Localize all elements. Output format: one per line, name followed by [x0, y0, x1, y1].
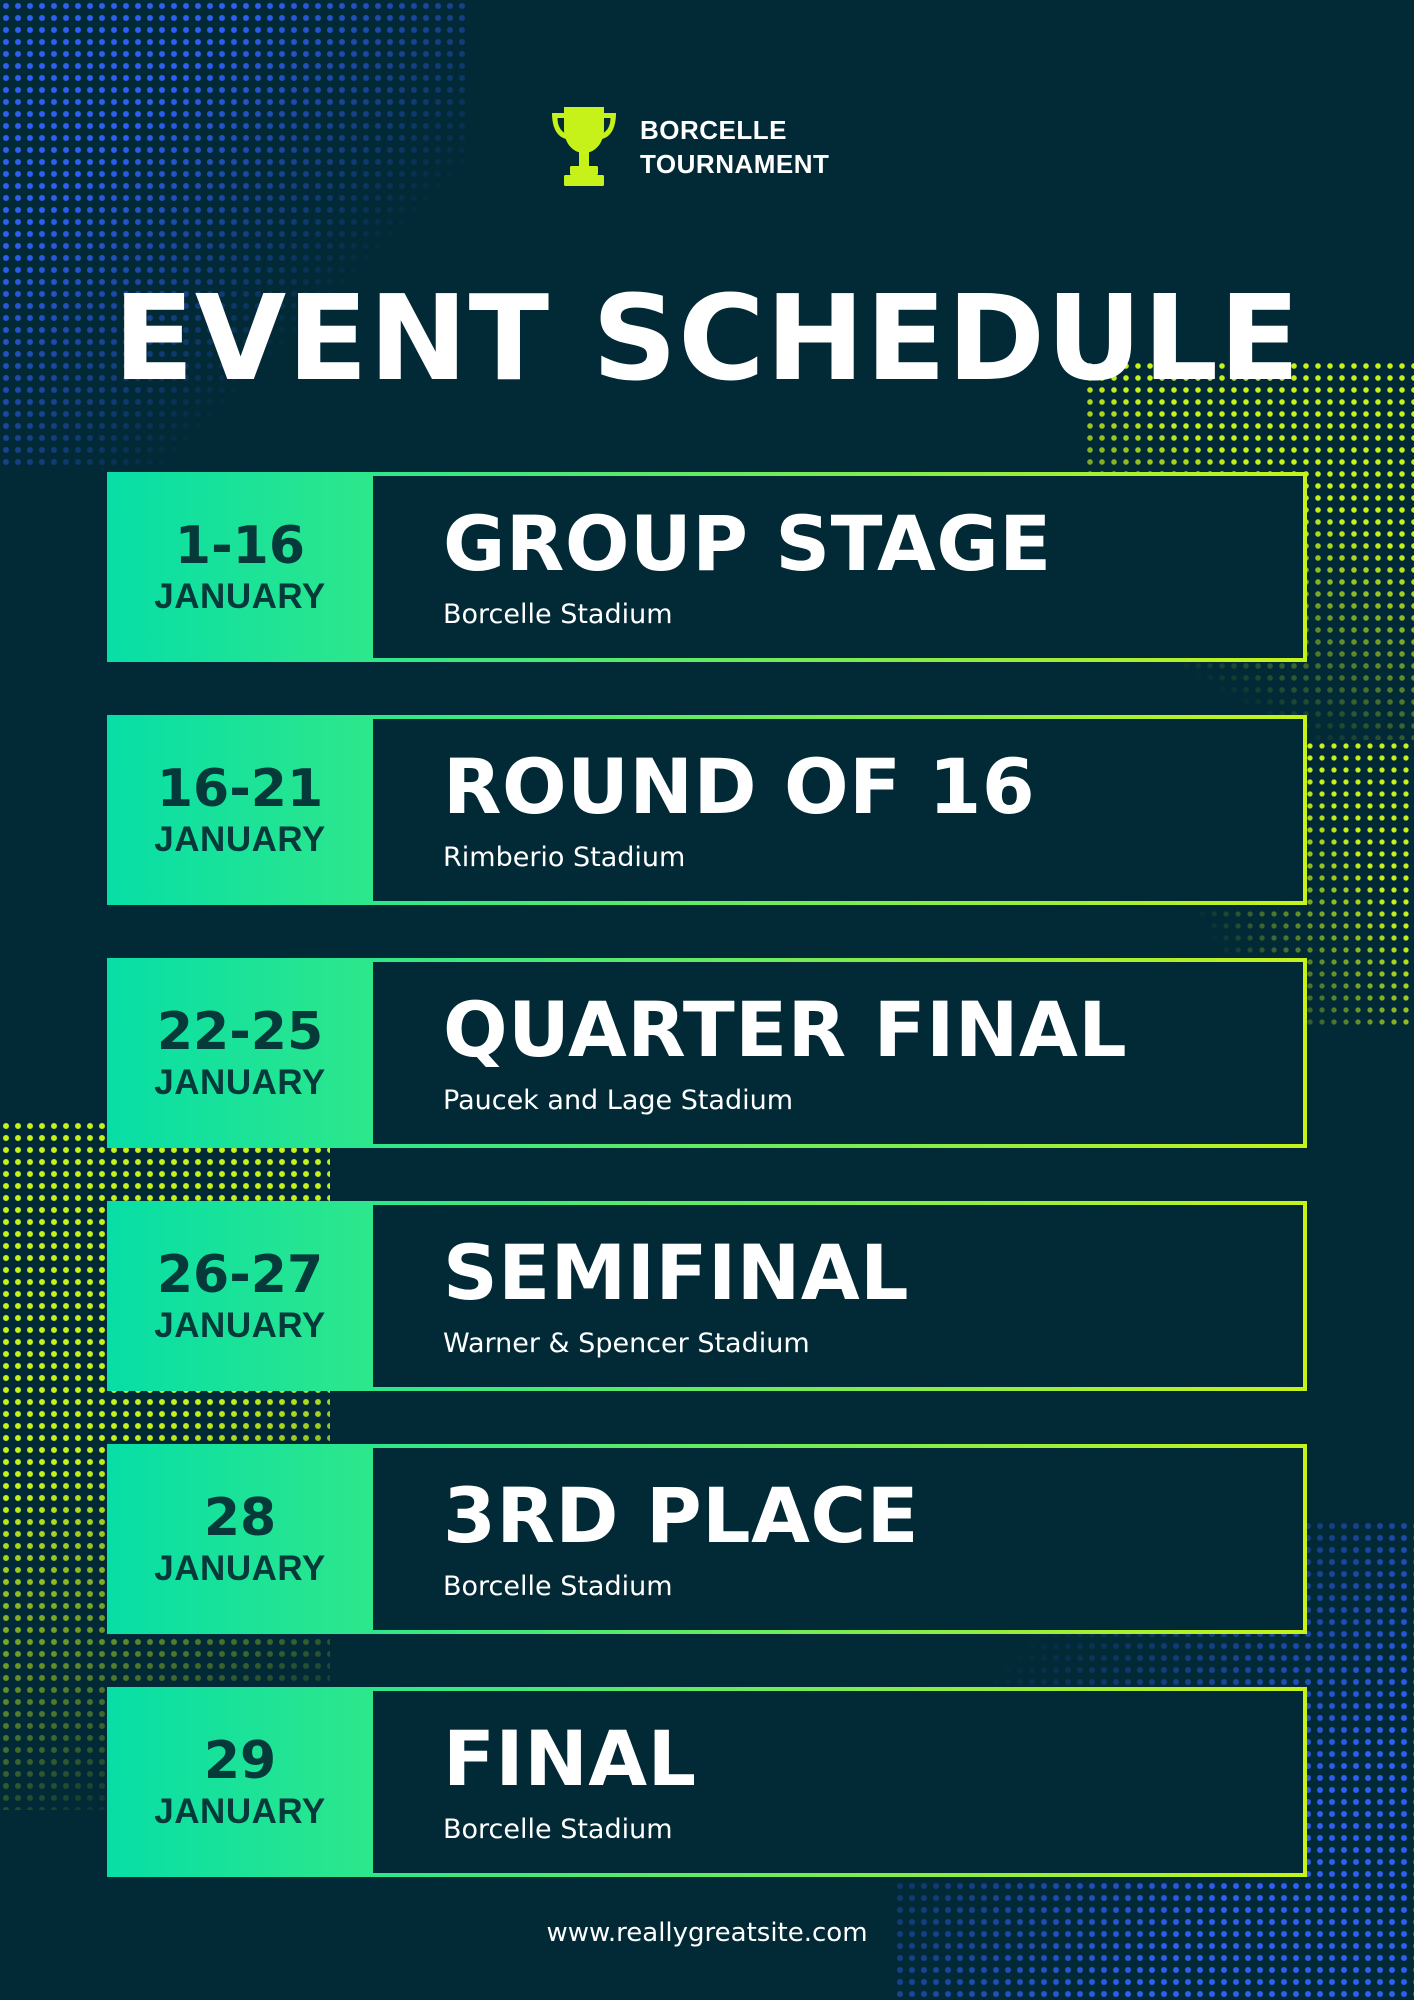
- event-box: GROUP STAGE Borcelle Stadium: [373, 472, 1307, 662]
- brand-name: BORCELLE TOURNAMENT: [640, 113, 829, 181]
- schedule-row: 28 JANUARY 3RD PLACE Borcelle Stadium: [107, 1444, 1307, 1634]
- event-venue: Borcelle Stadium: [443, 599, 673, 630]
- event-venue: Warner & Spencer Stadium: [443, 1328, 810, 1359]
- date-box: 26-27 JANUARY: [107, 1201, 373, 1391]
- poster: BORCELLE TOURNAMENT EVENT SCHEDULE 1-16 …: [0, 0, 1414, 2000]
- date-month: JANUARY: [154, 1306, 326, 1345]
- date-month: JANUARY: [154, 577, 326, 616]
- brand-name-line2: TOURNAMENT: [640, 149, 830, 179]
- date-month: JANUARY: [154, 1063, 326, 1102]
- date-range: 1-16: [174, 516, 306, 576]
- schedule-list: 1-16 JANUARY GROUP STAGE Borcelle Stadiu…: [107, 472, 1307, 1877]
- event-box: ROUND OF 16 Rimberio Stadium: [373, 715, 1307, 905]
- date-range: 22-25: [156, 1002, 324, 1062]
- date-box: 22-25 JANUARY: [107, 958, 373, 1148]
- date-range: 29: [203, 1731, 277, 1791]
- date-box: 29 JANUARY: [107, 1687, 373, 1877]
- event-venue: Rimberio Stadium: [443, 842, 686, 873]
- event-box: QUARTER FINAL Paucek and Lage Stadium: [373, 958, 1307, 1148]
- event-name: GROUP STAGE: [443, 499, 1052, 588]
- event-venue: Borcelle Stadium: [443, 1571, 673, 1602]
- event-box: 3RD PLACE Borcelle Stadium: [373, 1444, 1307, 1634]
- event-name: FINAL: [443, 1714, 697, 1803]
- event-venue: Paucek and Lage Stadium: [443, 1085, 794, 1116]
- date-month: JANUARY: [154, 1549, 326, 1588]
- event-name: 3RD PLACE: [443, 1471, 920, 1560]
- event-box: SEMIFINAL Warner & Spencer Stadium: [373, 1201, 1307, 1391]
- schedule-row: 22-25 JANUARY QUARTER FINAL Paucek and L…: [107, 958, 1307, 1148]
- date-range: 26-27: [156, 1245, 324, 1305]
- date-month: JANUARY: [154, 1792, 326, 1831]
- event-name: ROUND OF 16: [443, 742, 1036, 831]
- trophy-icon: [552, 107, 616, 186]
- date-box: 28 JANUARY: [107, 1444, 373, 1634]
- date-box: 1-16 JANUARY: [107, 472, 373, 662]
- page-title: EVENT SCHEDULE: [113, 269, 1301, 407]
- date-range: 16-21: [156, 759, 324, 819]
- schedule-row: 29 JANUARY FINAL Borcelle Stadium: [107, 1687, 1307, 1877]
- date-month: JANUARY: [154, 820, 326, 859]
- schedule-row: 1-16 JANUARY GROUP STAGE Borcelle Stadiu…: [107, 472, 1307, 662]
- brand-logo: BORCELLE TOURNAMENT: [548, 105, 829, 189]
- event-name: SEMIFINAL: [443, 1228, 910, 1317]
- schedule-row: 26-27 JANUARY SEMIFINAL Warner & Spencer…: [107, 1201, 1307, 1391]
- schedule-row: 16-21 JANUARY ROUND OF 16 Rimberio Stadi…: [107, 715, 1307, 905]
- event-box: FINAL Borcelle Stadium: [373, 1687, 1307, 1877]
- event-venue: Borcelle Stadium: [443, 1814, 673, 1845]
- website-link[interactable]: www.reallygreatsite.com: [0, 1915, 1414, 1951]
- brand-name-line1: BORCELLE: [640, 115, 787, 145]
- date-range: 28: [203, 1488, 277, 1548]
- event-name: QUARTER FINAL: [443, 985, 1128, 1074]
- date-box: 16-21 JANUARY: [107, 715, 373, 905]
